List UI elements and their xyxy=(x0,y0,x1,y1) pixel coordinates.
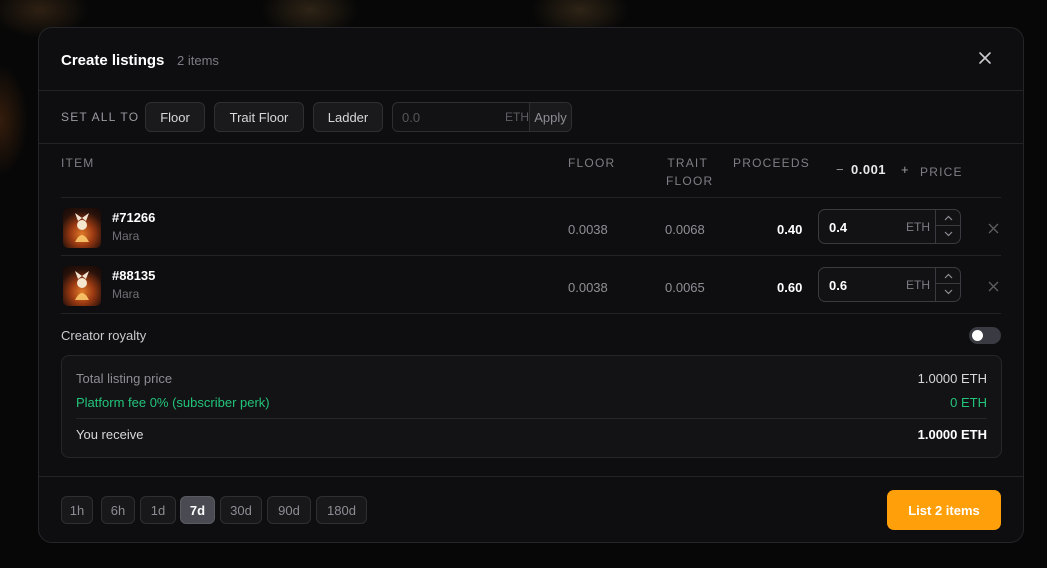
total-listing-value: 1.0000 ETH xyxy=(917,371,987,386)
item-price-input[interactable]: 0.6 ETH xyxy=(818,267,961,302)
col-price: PRICE xyxy=(920,165,963,179)
item-proceeds: 0.40 xyxy=(777,222,803,237)
item-thumbnail xyxy=(63,266,101,306)
create-listings-modal: Create listings 2 items SET ALL TO Floor… xyxy=(38,27,1024,543)
listing-row: #71266 Mara 0.0038 0.0068 0.40 0.4 ETH xyxy=(61,198,1001,256)
apply-button[interactable]: Apply xyxy=(529,103,571,131)
duration-7d[interactable]: 7d xyxy=(180,496,215,524)
creator-royalty-toggle[interactable] xyxy=(969,327,1001,344)
table-header: ITEM FLOOR TRAIT FLOOR PROCEEDS − 0.001 … xyxy=(61,144,1001,198)
col-item: ITEM xyxy=(61,156,95,170)
modal-footer: 1h 6h 1d 7d 30d 90d 180d List 2 items xyxy=(39,476,1023,542)
duration-90d[interactable]: 90d xyxy=(267,496,311,524)
listing-summary: Total listing price 1.0000 ETH Platform … xyxy=(61,355,1002,458)
item-price-value: 0.4 xyxy=(829,220,848,235)
item-price-input[interactable]: 0.4 ETH xyxy=(818,209,961,244)
set-all-price-input[interactable] xyxy=(393,103,493,131)
chevron-up-icon[interactable] xyxy=(936,268,960,284)
item-price-unit: ETH xyxy=(906,220,930,234)
item-price-value: 0.6 xyxy=(829,278,848,293)
item-id: #71266 xyxy=(112,210,156,225)
set-all-price-box: ETH Apply xyxy=(392,102,572,132)
step-decrease-button[interactable]: − xyxy=(836,162,844,177)
you-receive-label: You receive xyxy=(76,427,144,442)
platform-fee-value: 0 ETH xyxy=(950,395,987,410)
platform-fee-label: Platform fee 0% (subscriber perk) xyxy=(76,395,270,410)
summary-divider xyxy=(76,418,987,419)
col-trait-floor-line2: FLOOR xyxy=(666,174,714,188)
item-thumbnail xyxy=(63,208,101,248)
duration-1h[interactable]: 1h xyxy=(61,496,93,524)
remove-item-icon[interactable] xyxy=(988,221,999,234)
col-trait-floor: TRAIT FLOOR xyxy=(666,154,714,190)
item-collection: Mara xyxy=(112,287,140,301)
step-increase-button[interactable]: + xyxy=(901,162,909,177)
set-all-bar: SET ALL TO Floor Trait Floor Ladder ETH … xyxy=(39,91,1023,144)
set-ladder-button[interactable]: Ladder xyxy=(313,102,383,132)
price-stepper xyxy=(935,210,960,243)
item-id: #88135 xyxy=(112,268,156,283)
set-floor-button[interactable]: Floor xyxy=(145,102,205,132)
item-floor: 0.0038 xyxy=(568,280,608,295)
total-listing-label: Total listing price xyxy=(76,371,173,386)
close-icon[interactable] xyxy=(977,50,993,66)
remove-item-icon[interactable] xyxy=(988,279,999,292)
item-count: 2 items xyxy=(177,53,219,68)
price-stepper xyxy=(935,268,960,301)
col-floor: FLOOR xyxy=(568,156,616,170)
duration-180d[interactable]: 180d xyxy=(316,496,367,524)
duration-1d[interactable]: 1d xyxy=(140,496,176,524)
creator-royalty-label: Creator royalty xyxy=(61,328,147,343)
item-proceeds: 0.60 xyxy=(777,280,803,295)
item-floor: 0.0038 xyxy=(568,222,608,237)
set-all-unit: ETH xyxy=(505,110,529,124)
item-trait-floor: 0.0065 xyxy=(665,280,705,295)
you-receive-value: 1.0000 ETH xyxy=(917,427,987,442)
step-value: 0.001 xyxy=(851,162,887,177)
set-trait-floor-button[interactable]: Trait Floor xyxy=(214,102,304,132)
listing-row: #88135 Mara 0.0038 0.0065 0.60 0.6 ETH xyxy=(61,256,1001,314)
col-trait-floor-line1: TRAIT xyxy=(667,156,708,170)
set-all-label: SET ALL TO xyxy=(61,110,140,124)
modal-title: Create listings xyxy=(61,52,165,69)
toggle-knob xyxy=(972,330,983,341)
item-collection: Mara xyxy=(112,229,140,243)
duration-30d[interactable]: 30d xyxy=(220,496,262,524)
chevron-down-icon[interactable] xyxy=(936,226,960,242)
chevron-up-icon[interactable] xyxy=(936,210,960,226)
modal-header: Create listings 2 items xyxy=(39,28,1023,91)
chevron-down-icon[interactable] xyxy=(936,284,960,300)
col-proceeds: PROCEEDS xyxy=(733,156,810,170)
duration-6h[interactable]: 6h xyxy=(101,496,135,524)
item-trait-floor: 0.0068 xyxy=(665,222,705,237)
item-price-unit: ETH xyxy=(906,278,930,292)
list-items-button[interactable]: List 2 items xyxy=(887,490,1001,530)
